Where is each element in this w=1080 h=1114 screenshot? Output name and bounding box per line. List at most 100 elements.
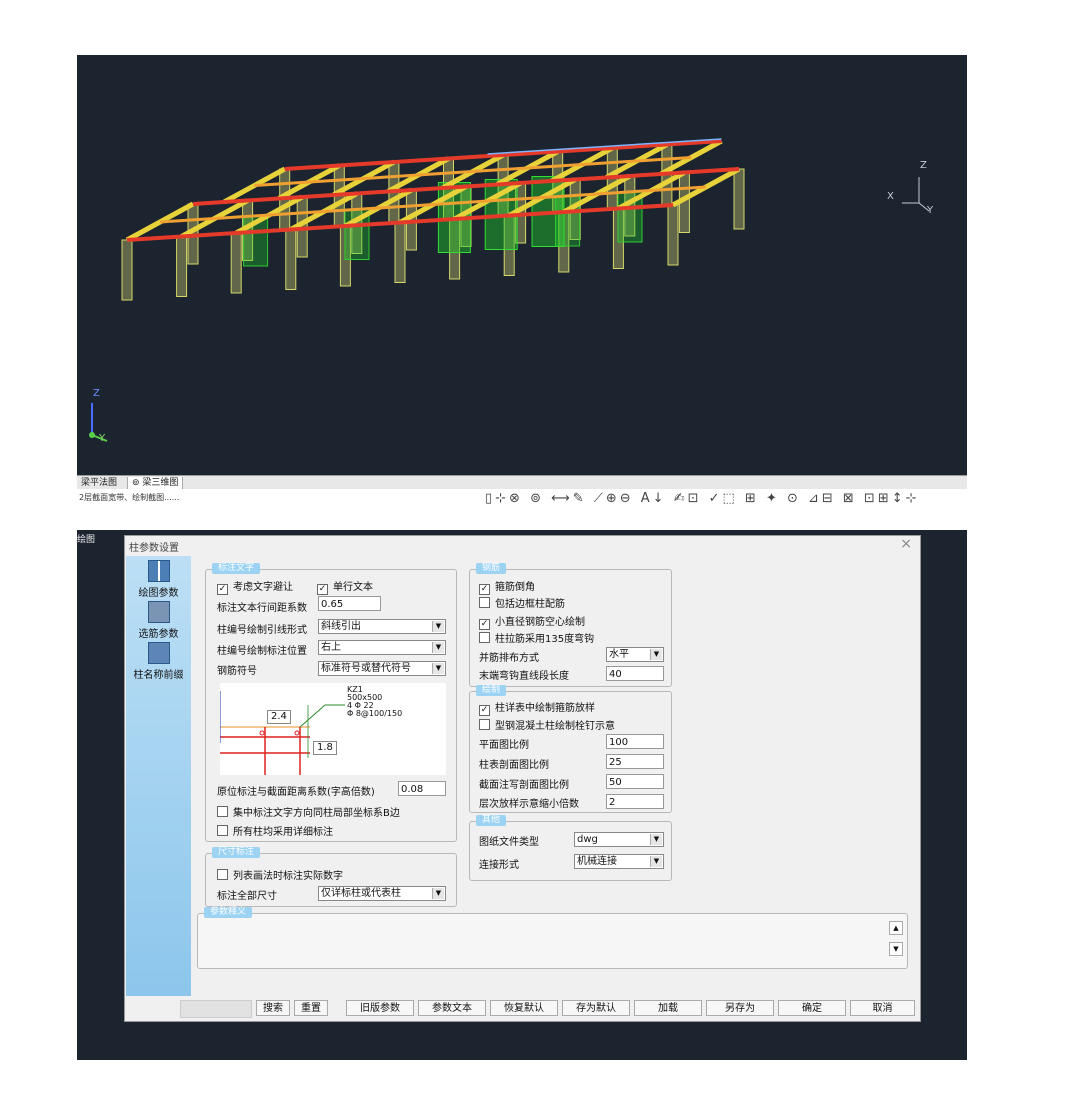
edge-frame-checkbox[interactable]: 包括边框柱配筋	[479, 595, 565, 610]
ucs-y-label: Y	[99, 433, 106, 444]
checkbox-label: 柱拉筋采用135度弯钩	[495, 634, 595, 645]
distance-label: 原位标注与截面距离系数(字高倍数)	[217, 787, 375, 798]
tab-beam-3d-label: 梁三维图	[142, 478, 179, 488]
group-other: 其他	[469, 815, 672, 881]
select-value: 右上	[321, 642, 341, 653]
checkbox-box	[479, 719, 490, 730]
file-type-label: 图纸文件类型	[479, 837, 539, 848]
side-nav: 绘图参数 选筋参数 柱名称前缀	[126, 556, 191, 996]
checkbox-box	[217, 806, 228, 817]
rebar-symbol-select[interactable]: 标准符号或替代符号 ▼	[318, 661, 446, 676]
search-button[interactable]: 搜索	[256, 1000, 290, 1016]
plan-scale-label: 平面图比例	[479, 740, 529, 751]
status-toolbar[interactable]: ▯⊹⊗ ⊚ ⟷✎ ⟋⊕⊖ A↓ ✍⊡ ✓⬚ ⊞ ✦ ⊙ ⊿⊟ ⊠ ⊡⊞↕⊹	[485, 491, 965, 507]
checkbox-box	[479, 597, 490, 608]
column	[667, 204, 679, 266]
grid-icon	[147, 560, 170, 582]
leader-select[interactable]: 斜线引出 ▼	[318, 619, 446, 634]
app-menu-label[interactable]: 绘图	[77, 532, 95, 545]
axis-y-label: Y	[927, 205, 934, 216]
save-default-button[interactable]: 存为默认	[562, 1000, 630, 1016]
position-select[interactable]: 右上 ▼	[318, 640, 446, 655]
single-line-checkbox[interactable]: ✓ 单行文本	[317, 578, 373, 595]
axis-x-label: X	[887, 191, 894, 202]
bundle-select[interactable]: 水平 ▼	[606, 647, 664, 662]
parameter-meaning-panel: 参数释义	[197, 907, 908, 969]
side-item-rebar-params[interactable]: 选筋参数	[126, 601, 191, 640]
checkbox-label: 小直径钢筋空心绘制	[495, 617, 585, 628]
scroll-down-icon[interactable]: ▼	[889, 942, 903, 956]
param-text-button[interactable]: 参数文本	[418, 1000, 486, 1016]
checkbox-label: 集中标注文字方向同柱局部坐标系B边	[233, 808, 400, 819]
chevron-down-icon: ▼	[432, 642, 444, 653]
line-spacing-input[interactable]: 0.65	[318, 596, 381, 611]
hook-length-input[interactable]: 40	[606, 666, 664, 681]
reset-button[interactable]: 重置	[294, 1000, 328, 1016]
distance-input[interactable]: 0.08	[398, 781, 446, 796]
old-params-button[interactable]: 旧版参数	[346, 1000, 414, 1016]
side-item-name-prefix[interactable]: 柱名称前缀	[126, 642, 191, 681]
all-dims-select[interactable]: 仅详标柱或代表柱 ▼	[318, 886, 446, 901]
group-title: 尺寸标注	[212, 847, 261, 858]
table-scale-input[interactable]: 25	[606, 754, 664, 769]
command-text: 2层截面宽带、绘制截图......	[79, 493, 180, 502]
all-dims-label: 标注全部尺寸	[217, 891, 277, 902]
column	[176, 236, 188, 297]
local-axis-checkbox[interactable]: 集中标注文字方向同柱局部坐标系B边	[217, 804, 400, 819]
cancel-button[interactable]: 取消	[850, 1000, 915, 1016]
checkbox-label: 单行文本	[333, 582, 373, 593]
preview-stirrup: Φ 8@100/150	[347, 709, 403, 718]
select-value: 水平	[609, 649, 629, 660]
beam-3d-model	[89, 138, 930, 442]
file-type-select[interactable]: dwg ▼	[574, 832, 664, 847]
shrink-input[interactable]: 2	[606, 794, 664, 809]
chevron-down-icon: ▼	[650, 649, 662, 660]
checkbox-label: 柱详表中绘制箍筋放样	[495, 703, 595, 714]
restore-default-button[interactable]: 恢复默认	[490, 1000, 558, 1016]
connect-label: 连接形式	[479, 860, 519, 871]
save-as-button[interactable]: 另存为	[706, 1000, 774, 1016]
ok-button[interactable]: 确定	[778, 1000, 846, 1016]
hook135-checkbox[interactable]: 柱拉筋采用135度弯钩	[479, 630, 594, 645]
axis-z-label: Z	[920, 160, 927, 171]
rebar-symbol-label: 钢筋符号	[217, 666, 257, 677]
annotation-preview: KZ1 500x500 4 Φ 22 Φ 8@100/150 2.4 1.8	[219, 683, 446, 775]
list-icon	[147, 642, 170, 664]
drawing-tabs: 梁平法图 ⊚ 梁三维图	[77, 475, 967, 490]
checkbox-box: ✓	[217, 584, 228, 595]
side-item-label: 绘图参数	[138, 588, 179, 599]
tab-beam-plan[interactable]: 梁平法图	[77, 477, 121, 489]
line-spacing-label: 标注文本行间距系数	[217, 603, 307, 614]
connect-select[interactable]: 机械连接 ▼	[574, 854, 664, 869]
chevron-down-icon: ▼	[650, 834, 662, 845]
avoid-text-checkbox[interactable]: ✓ 考虑文字避让	[217, 578, 293, 595]
load-button[interactable]: 加载	[634, 1000, 702, 1016]
table-scale-label: 柱表剖面图比例	[479, 760, 549, 771]
detail-all-checkbox[interactable]: 所有柱均采用详细标注	[217, 823, 333, 838]
actual-number-checkbox[interactable]: 列表画法时标注实际数字	[217, 867, 343, 882]
preview-value-2: 1.8	[313, 741, 337, 755]
close-icon[interactable]: ×	[900, 536, 912, 552]
hook-length-label: 末端弯钩直线段长度	[479, 671, 569, 682]
scroll-up-icon[interactable]: ▲	[889, 921, 903, 935]
search-input[interactable]	[180, 1000, 252, 1018]
cad-3d-viewport[interactable]: Z X Y Z Y	[77, 55, 967, 475]
plan-scale-input[interactable]: 100	[606, 734, 664, 749]
detail-sample-checkbox[interactable]: ✓ 柱详表中绘制箍筋放样	[479, 699, 595, 716]
section-scale-input[interactable]: 50	[606, 774, 664, 789]
column-params-dialog: 柱参数设置 × 绘图参数 选筋参数 柱名称前缀 标注文字 ✓ 考虑文字避让 ✓ 单行…	[124, 535, 921, 1022]
steel-concrete-checkbox[interactable]: 型钢混凝土柱绘制栓钉示意	[479, 717, 615, 732]
stirrup-chamfer-checkbox[interactable]: ✓ 箍筋倒角	[479, 578, 535, 595]
checkbox-box: ✓	[479, 619, 490, 630]
checkbox-box: ✓	[479, 584, 490, 595]
ucs-origin	[89, 432, 95, 438]
checkbox-box: ✓	[317, 584, 328, 595]
checkbox-box	[217, 869, 228, 880]
rebar-icon	[147, 601, 170, 623]
bottom-status-strip	[77, 1060, 967, 1070]
side-item-draw-params[interactable]: 绘图参数	[126, 560, 191, 599]
chevron-down-icon: ▼	[432, 663, 444, 674]
small-hollow-checkbox[interactable]: ✓ 小直径钢筋空心绘制	[479, 613, 585, 630]
position-label: 柱编号绘制标注位置	[217, 646, 307, 657]
group-title: 参数释义	[204, 907, 253, 918]
